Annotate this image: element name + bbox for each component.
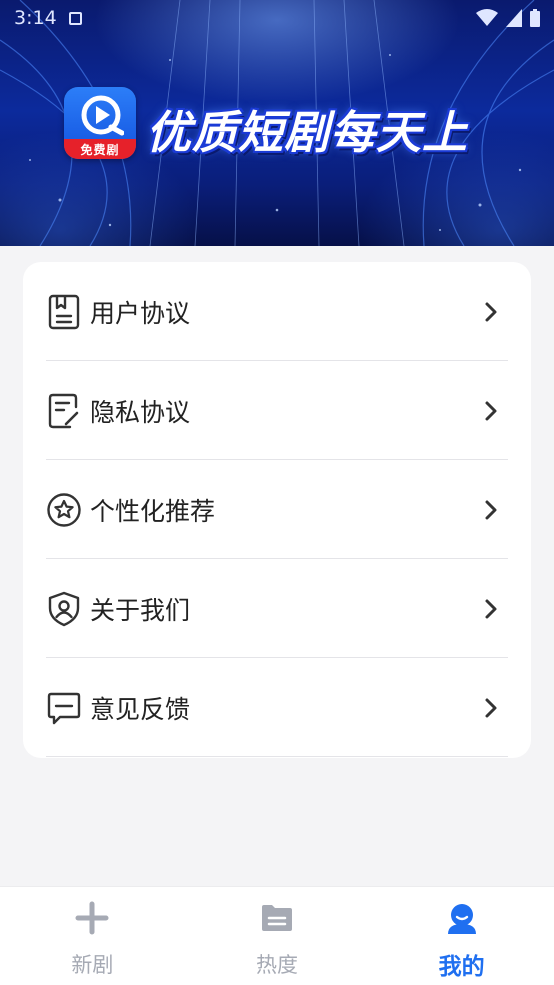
- menu-item-user-agreement[interactable]: 用户协议: [46, 262, 531, 361]
- menu-item-personalized-recommendation[interactable]: 个性化推荐: [46, 460, 531, 559]
- edit-document-icon: [48, 393, 79, 428]
- app-logo: 免费剧: [64, 87, 136, 159]
- menu-item-label: 关于我们: [90, 595, 191, 625]
- status-bar: 3:14: [0, 0, 554, 36]
- chevron-right-icon: [485, 302, 497, 321]
- message-icon: [47, 692, 81, 724]
- signal-icon: [506, 9, 522, 27]
- menu-item-label: 用户协议: [90, 298, 191, 328]
- folder-icon: [262, 905, 292, 931]
- menu-item-about-us[interactable]: 关于我们: [46, 559, 531, 658]
- shield-user-icon: [48, 591, 80, 626]
- tab-label: 我的: [438, 954, 485, 980]
- bottom-tab-bar: 新剧 热度 我的: [0, 886, 554, 985]
- screen: 3:14 免费剧 优质短剧每天上 用户协议 隐私协议 个性化推荐 关于我们 意见…: [0, 0, 554, 985]
- menu-item-label: 个性化推荐: [90, 496, 216, 526]
- plus-icon: [75, 901, 109, 935]
- tab-mine[interactable]: 我的: [369, 887, 554, 985]
- wifi-icon: [476, 9, 498, 26]
- chevron-right-icon: [485, 599, 497, 618]
- document-bookmark-icon: [48, 294, 80, 329]
- header-banner: 3:14 免费剧 优质短剧每天上: [0, 0, 554, 246]
- tab-label: 热度: [256, 953, 298, 977]
- settings-menu-card: 用户协议 隐私协议 个性化推荐 关于我们 意见反馈: [23, 262, 531, 758]
- play-icon: [81, 95, 124, 136]
- menu-item-feedback[interactable]: 意见反馈: [46, 658, 531, 757]
- chevron-right-icon: [485, 401, 497, 420]
- user-icon: [447, 904, 476, 934]
- tab-trending[interactable]: 热度: [185, 887, 370, 985]
- chevron-right-icon: [485, 500, 497, 519]
- menu-item-label: 隐私协议: [90, 397, 191, 427]
- divider: [46, 756, 508, 757]
- chevron-right-icon: [485, 698, 497, 717]
- tab-new-dramas[interactable]: 新剧: [0, 887, 185, 985]
- tab-label: 新剧: [71, 953, 114, 977]
- logo-badge: 免费剧: [64, 139, 136, 159]
- battery-icon: [530, 9, 540, 27]
- menu-item-privacy-agreement[interactable]: 隐私协议: [46, 361, 531, 460]
- menu-item-label: 意见反馈: [90, 694, 191, 724]
- status-time: 3:14: [14, 7, 57, 29]
- star-circle-icon: [47, 492, 81, 527]
- notification-icon: [68, 11, 82, 25]
- banner-slogan: 优质短剧每天上: [146, 106, 469, 159]
